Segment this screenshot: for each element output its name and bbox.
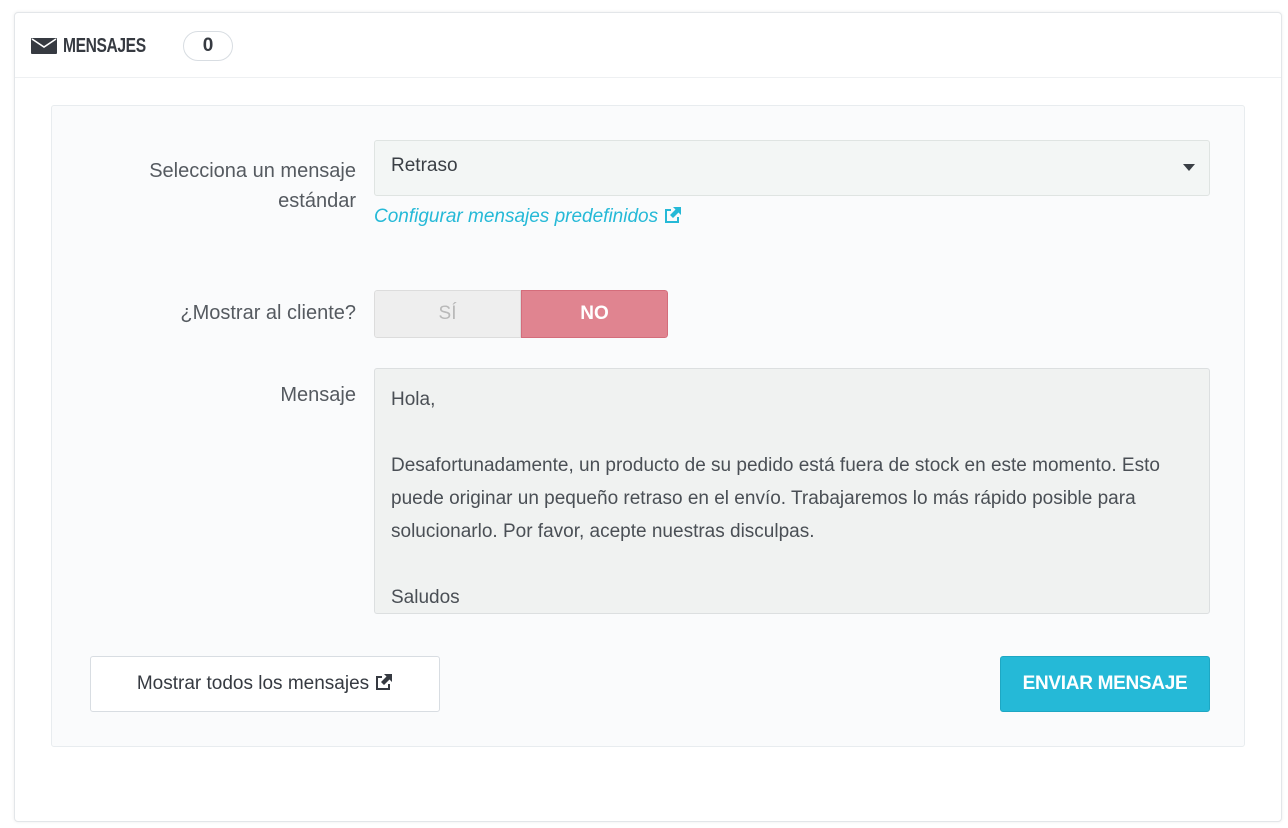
toggle-no-option[interactable]: NO xyxy=(521,290,668,338)
panel-heading: MENSAJES 0 xyxy=(15,13,1281,78)
message-label: Mensaje xyxy=(280,384,356,406)
message-textarea[interactable]: Hola, Desafortunadamente, un producto de… xyxy=(374,368,1210,614)
message-form: Selecciona un mensaje estándar ¿Mostrar … xyxy=(51,105,1245,747)
caret-down-icon xyxy=(1183,164,1195,171)
message-count-badge: 0 xyxy=(183,31,233,61)
configure-messages-link[interactable]: Configurar mensajes predefinidos xyxy=(374,206,682,230)
standard-message-select[interactable]: Retraso xyxy=(374,140,1210,196)
configure-messages-link-text: Configurar mensajes predefinidos xyxy=(374,206,659,227)
show-all-messages-label: Mostrar todos los mensajes xyxy=(136,673,370,694)
show-customer-label: ¿Mostrar al cliente? xyxy=(180,302,356,324)
panel-title: MENSAJES xyxy=(63,35,146,57)
envelope-icon xyxy=(31,38,57,54)
messages-panel: MENSAJES 0 Selecciona un mensaje estánda… xyxy=(14,12,1282,822)
send-message-button[interactable]: ENVIAR MENSAJE xyxy=(1000,656,1210,712)
show-all-messages-button[interactable]: Mostrar todos los mensajes xyxy=(90,656,440,712)
external-link-icon xyxy=(373,659,393,713)
external-link-icon xyxy=(662,206,682,230)
toggle-yes-option[interactable]: SÍ xyxy=(374,290,521,338)
show-customer-toggle[interactable]: SÍ NO xyxy=(374,290,668,338)
label-column: Selecciona un mensaje estándar ¿Mostrar … xyxy=(52,106,356,746)
select-message-label: Selecciona un mensaje estándar xyxy=(149,160,356,212)
select-value: Retraso xyxy=(391,155,458,176)
